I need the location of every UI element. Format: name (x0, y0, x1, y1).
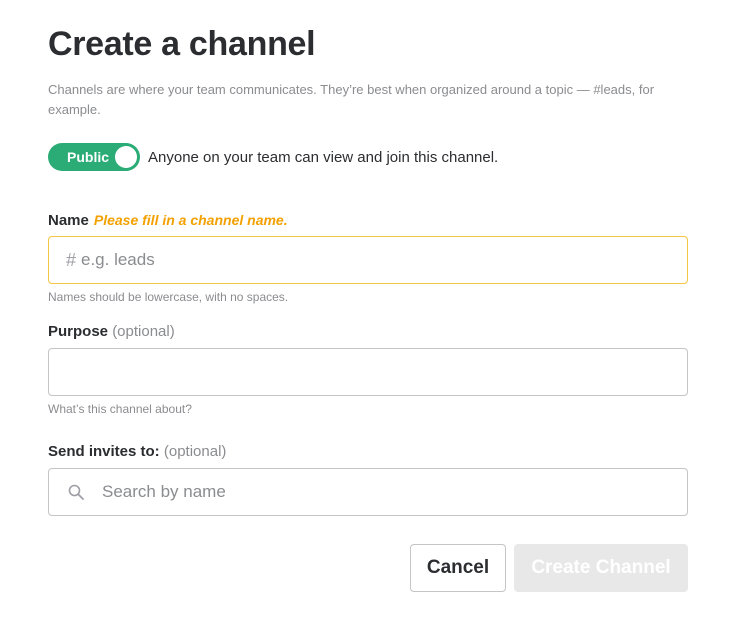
name-label-text: Name (48, 212, 89, 229)
visibility-row: Public Anyone on your team can view and … (48, 143, 498, 171)
hash-icon: # (65, 249, 76, 270)
purpose-optional: (optional) (112, 323, 175, 340)
invite-input-box[interactable] (48, 468, 688, 516)
purpose-input-box[interactable] (48, 348, 688, 396)
invite-optional: (optional) (163, 443, 227, 460)
channel-name-input[interactable] (81, 237, 687, 283)
invite-label: Send invites to: (optional) (48, 442, 226, 462)
visibility-description: Anyone on your team can view and join th… (148, 148, 499, 166)
invite-search-input[interactable] (102, 469, 687, 515)
purpose-label-text: Purpose (48, 323, 109, 340)
public-private-toggle[interactable]: Public (48, 143, 140, 171)
purpose-help-text: What’s this channel about? (48, 402, 192, 416)
create-channel-button[interactable]: Create Channel (514, 544, 688, 592)
search-icon (67, 483, 85, 501)
channel-intro-text: Channels are where your team communicate… (48, 82, 655, 117)
purpose-input[interactable] (49, 349, 687, 395)
name-error-message: Please fill in a channel name. (93, 212, 288, 228)
invite-label-text: Send invites to: (48, 443, 160, 460)
cancel-button[interactable]: Cancel (410, 544, 506, 592)
name-label: Name Please fill in a channel name. (48, 210, 288, 231)
toggle-label: Public (67, 149, 110, 165)
toggle-knob (115, 146, 137, 168)
purpose-label: Purpose (optional) (48, 322, 175, 342)
name-help-text: Names should be lowercase, with no space… (48, 290, 289, 304)
name-input-box[interactable]: # (48, 236, 688, 284)
page-title: Create a channel (48, 25, 316, 63)
